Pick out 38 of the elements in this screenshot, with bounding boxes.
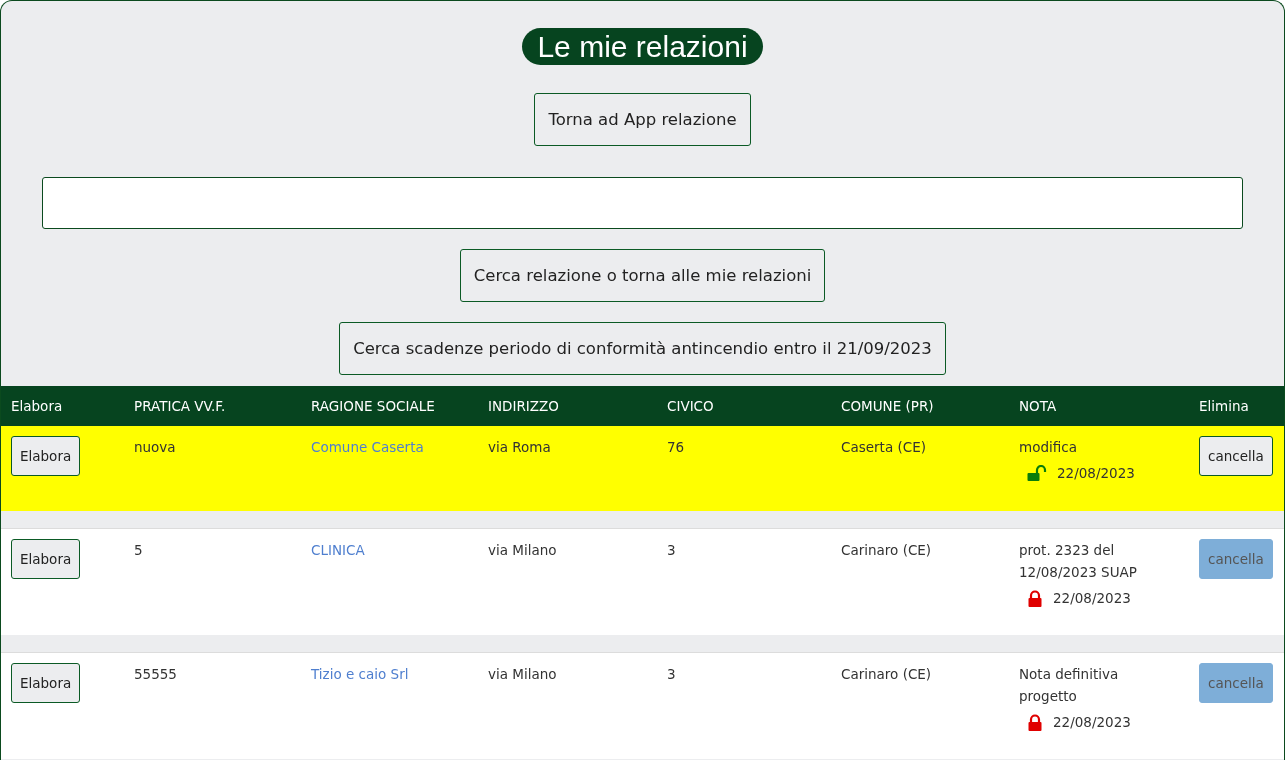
table-cell-text: 3 [667, 541, 676, 560]
table-cell-text: 3 [667, 665, 676, 684]
column-header: NOTA [1019, 398, 1057, 414]
note-text: modifica [1019, 438, 1077, 457]
note-date: 22/08/2023 [1053, 713, 1131, 732]
note-date: 22/08/2023 [1057, 464, 1135, 483]
edit-button[interactable]: Elabora [11, 436, 81, 476]
column-header: Elabora [11, 398, 63, 414]
column-header: RAGIONE SOCIALE [311, 398, 435, 414]
note-text: prot. 2323 del 12/08/2023 SUAP [1019, 541, 1138, 582]
table-cell-text: 5 [134, 541, 143, 560]
table-cell-text: Carinaro (CE) [841, 541, 932, 560]
page-title: Le mie relazioni [522, 28, 763, 65]
delete-button[interactable]: cancella [1199, 436, 1273, 476]
search-button[interactable]: Cerca relazione o torna alle mie relazioni [459, 249, 826, 302]
table-cell-text: via Milano [488, 541, 557, 560]
table-cell-text: via Roma [488, 438, 551, 457]
company-link[interactable]: Comune Caserta [311, 436, 424, 458]
table-cell-text: 76 [667, 438, 685, 457]
edit-button[interactable]: Elabora [11, 663, 81, 703]
edit-button[interactable]: Elabora [11, 539, 81, 579]
table-cell-text: Caserta (CE) [841, 438, 926, 457]
company-link[interactable]: CLINICA [311, 539, 365, 561]
column-header: CIVICO [667, 398, 714, 414]
column-header: Elimina [1199, 398, 1249, 414]
company-link[interactable]: Tizio e caio Srl [311, 663, 409, 685]
note-text: Nota definitiva progetto [1019, 665, 1120, 706]
note-date: 22/08/2023 [1053, 589, 1131, 608]
table-cell-text: 55555 [134, 665, 177, 684]
back-button[interactable]: Torna ad App relazione [534, 93, 751, 146]
search-field[interactable] [42, 177, 1243, 229]
column-header: COMUNE (PR) [841, 398, 934, 414]
table-cell-text: nuova [134, 438, 176, 457]
table-cell-text: via Milano [488, 665, 557, 684]
column-header: PRATICA VV.F. [134, 398, 226, 414]
deadline-search-button[interactable]: Cerca scadenze periodo di conformità antincendio entro il 21/09/2023 [339, 322, 946, 375]
table-cell-text: Carinaro (CE) [841, 665, 932, 684]
column-header: INDIRIZZO [488, 398, 559, 414]
